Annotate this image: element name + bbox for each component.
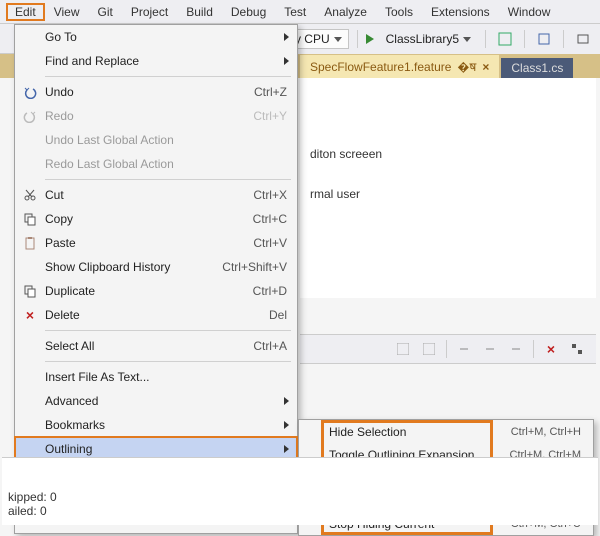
submenu-arrow-icon [284,445,289,453]
toolbar-button[interactable] [453,338,475,360]
menu-delete[interactable]: ×DeleteDel [15,303,297,327]
separator [563,30,564,48]
menu-clipboard-history[interactable]: Show Clipboard HistoryCtrl+Shift+V [15,255,297,279]
separator [533,340,534,358]
submenu-arrow-icon [284,33,289,41]
separator [485,30,486,48]
startup-label: ClassLibrary5 [386,32,459,46]
pin-icon[interactable]: �ष [457,58,476,75]
chevron-down-icon [334,37,342,42]
menu-view[interactable]: View [45,3,89,21]
menu-cut[interactable]: CutCtrl+X [15,183,297,207]
close-icon[interactable]: × [482,60,489,74]
menu-duplicate[interactable]: DuplicateCtrl+D [15,279,297,303]
toolbar-button[interactable] [505,338,527,360]
delete-icon: × [547,341,555,357]
menu-analyze[interactable]: Analyze [315,3,376,21]
menu-test[interactable]: Test [275,3,315,21]
menu-undo[interactable]: UndoCtrl+Z [15,80,297,104]
play-icon[interactable] [366,34,374,44]
menu-edit[interactable]: Edit [6,3,45,21]
menu-bookmarks[interactable]: Bookmarks [15,413,297,437]
submenu-hide-selection[interactable]: Hide SelectionCtrl+M, Ctrl+H [299,420,593,443]
duplicate-icon [15,284,45,298]
separator [357,30,358,48]
submenu-arrow-icon [284,57,289,65]
submenu-arrow-icon [284,421,289,429]
menu-build[interactable]: Build [177,3,222,21]
menu-project[interactable]: Project [122,3,177,21]
code-editor[interactable]: diton screeen rmal user [300,78,596,298]
toolbar-button[interactable] [392,338,414,360]
toolbar-button[interactable] [572,28,594,50]
menu-select-all[interactable]: Select AllCtrl+A [15,334,297,358]
tab-class1[interactable]: Class1.cs [501,58,573,78]
editor-line: rmal user [310,184,586,204]
menu-separator [45,179,291,180]
stats-line: ailed: 0 [8,504,592,518]
menu-separator [45,361,291,362]
menu-extensions[interactable]: Extensions [422,3,499,21]
submenu-arrow-icon [284,397,289,405]
menu-git[interactable]: Git [88,3,121,21]
stats-line: kipped: 0 [8,490,592,504]
toolbar-button[interactable] [566,338,588,360]
menu-debug[interactable]: Debug [222,3,275,21]
cut-icon [15,188,45,202]
tab-label: Class1.cs [511,61,563,75]
toolbar-button[interactable] [533,28,555,50]
copy-icon [15,212,45,226]
menu-redo-global[interactable]: Redo Last Global Action [15,152,297,176]
paste-icon [15,236,45,250]
menu-tools[interactable]: Tools [376,3,422,21]
redo-icon [15,109,45,123]
menu-copy[interactable]: CopyCtrl+C [15,207,297,231]
menu-insert-file[interactable]: Insert File As Text... [15,365,297,389]
toolbar-button[interactable] [418,338,440,360]
tab-specflow-feature[interactable]: SpecFlowFeature1.feature �ष × [300,55,499,78]
menu-goto[interactable]: Go To [15,25,297,49]
undo-icon [15,85,45,99]
output-panel: kipped: 0 ailed: 0 [2,457,598,525]
menu-find-replace[interactable]: Find and Replace [15,49,297,73]
menubar: Edit View Git Project Build Debug Test A… [0,0,600,24]
toolbar-button[interactable]: × [540,338,562,360]
delete-icon: × [15,307,45,323]
menu-redo[interactable]: RedoCtrl+Y [15,104,297,128]
menu-window[interactable]: Window [499,3,560,21]
startup-button[interactable]: ClassLibrary5 [380,29,477,49]
separator [524,30,525,48]
toolbar-button[interactable] [479,338,501,360]
separator [446,340,447,358]
platform-label: y CPU [295,32,330,46]
menu-advanced[interactable]: Advanced [15,389,297,413]
chevron-down-icon [463,37,471,42]
tab-label: SpecFlowFeature1.feature [310,60,451,74]
menu-undo-global[interactable]: Undo Last Global Action [15,128,297,152]
menu-paste[interactable]: PasteCtrl+V [15,231,297,255]
menu-separator [45,330,291,331]
secondary-toolbar: × [300,334,596,364]
editor-line: diton screeen [310,144,586,164]
toolbar-button[interactable] [494,28,516,50]
menu-separator [45,76,291,77]
